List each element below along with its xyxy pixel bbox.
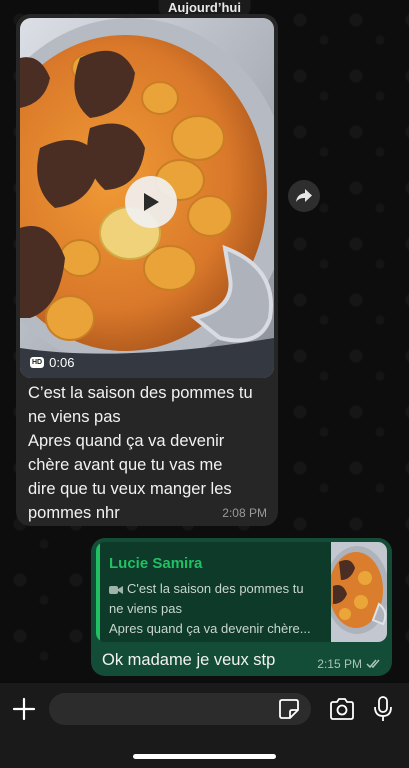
outgoing-message-meta: 2:15 PM	[317, 657, 382, 671]
video-thumbnail[interactable]: HD 0:06	[20, 18, 274, 378]
quote-body: C'est la saison des pommes tu ne viens p…	[109, 579, 334, 639]
plus-icon	[12, 697, 36, 721]
forward-icon	[296, 189, 312, 202]
incoming-message-time: 2:08 PM	[222, 506, 267, 520]
microphone-icon	[374, 696, 392, 721]
quote-thumbnail	[331, 542, 387, 642]
sticker-button[interactable]	[279, 699, 299, 719]
play-button[interactable]	[125, 176, 177, 228]
outgoing-message-bubble[interactable]: Lucie Samira C'est la saison des pommes …	[91, 538, 392, 676]
forward-button[interactable]	[288, 180, 320, 212]
outgoing-message-time: 2:15 PM	[317, 657, 362, 671]
quote-accent-bar	[96, 542, 100, 642]
attach-button[interactable]	[12, 697, 36, 721]
quote-author: Lucie Samira	[109, 555, 203, 572]
sticker-icon	[279, 699, 299, 719]
quote-thumbnail-image	[331, 542, 387, 642]
incoming-message-text: C’est la saison des pommes tu ne viens p…	[28, 384, 253, 522]
camera-icon	[330, 698, 354, 720]
camera-button[interactable]	[329, 698, 355, 720]
incoming-message-bubble[interactable]: HD 0:06 C’est la saison des pommes tu ne…	[16, 14, 278, 526]
video-duration: 0:06	[49, 355, 75, 370]
hd-icon: HD	[30, 357, 45, 368]
quote-line-3: Apres quand ça va devenir chère...	[109, 621, 311, 636]
video-icon	[109, 586, 123, 594]
quoted-message[interactable]: Lucie Samira C'est la saison des pommes …	[96, 542, 387, 642]
play-icon	[144, 193, 159, 211]
microphone-button[interactable]	[373, 696, 393, 722]
quote-line-1: C'est la saison des pommes tu	[127, 581, 304, 596]
double-check-icon	[366, 659, 380, 669]
message-input[interactable]	[49, 693, 311, 725]
quote-line-2: ne viens pas	[109, 601, 182, 616]
outgoing-message-text: Ok madame je veux stp	[102, 651, 276, 669]
video-meta: HD 0:06	[30, 355, 74, 370]
home-indicator	[133, 754, 276, 759]
